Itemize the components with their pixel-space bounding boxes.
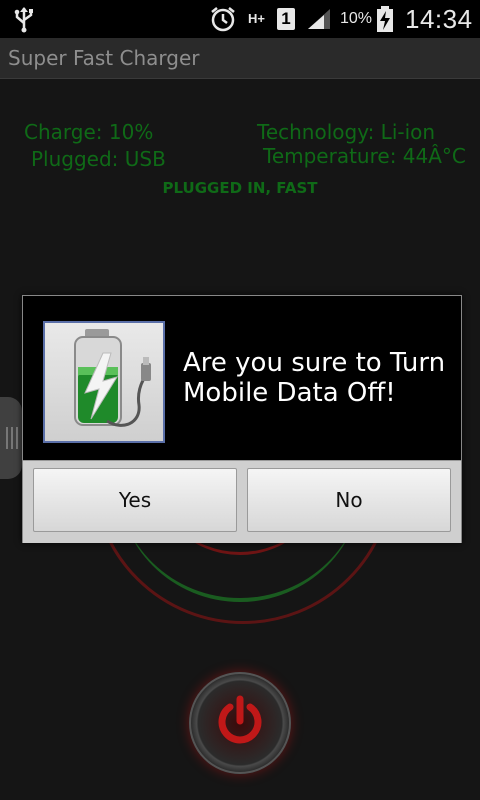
battery-percent: 10% — [340, 10, 373, 27]
charging-status: PLUGGED IN, FAST — [162, 179, 318, 197]
power-icon — [210, 691, 270, 756]
network-type: H+ — [248, 11, 265, 26]
yes-button[interactable]: Yes — [33, 468, 237, 532]
confirm-dialog: Are you sure to Turn Mobile Data Off! Ye… — [22, 295, 462, 543]
no-button[interactable]: No — [247, 468, 451, 532]
plugged-label: Plugged: USB — [31, 147, 166, 171]
battery-charging-icon — [376, 0, 394, 38]
side-drawer-handle[interactable] — [0, 397, 22, 479]
sim-slot-icon: 1 — [277, 0, 295, 38]
clock-time: 14:34 — [405, 3, 473, 34]
battery-charger-icon — [43, 321, 165, 443]
power-button[interactable] — [189, 672, 291, 774]
dialog-body: Are you sure to Turn Mobile Data Off! — [23, 296, 461, 460]
temperature-label: Temperature: 44Â°C — [263, 144, 466, 168]
signal-icon — [306, 0, 332, 38]
app-title: Super Fast Charger — [8, 46, 200, 70]
charge-label: Charge: 10% — [24, 120, 154, 144]
technology-label: Technology: Li-ion — [257, 120, 436, 144]
action-bar: Super Fast Charger — [0, 38, 480, 79]
usb-icon — [14, 0, 40, 38]
dialog-message: Are you sure to Turn Mobile Data Off! — [183, 348, 446, 408]
status-bar: H+ 1 10% 14:34 — [0, 0, 480, 38]
alarm-clock-icon — [209, 0, 237, 38]
dialog-button-bar: Yes No — [23, 460, 461, 543]
